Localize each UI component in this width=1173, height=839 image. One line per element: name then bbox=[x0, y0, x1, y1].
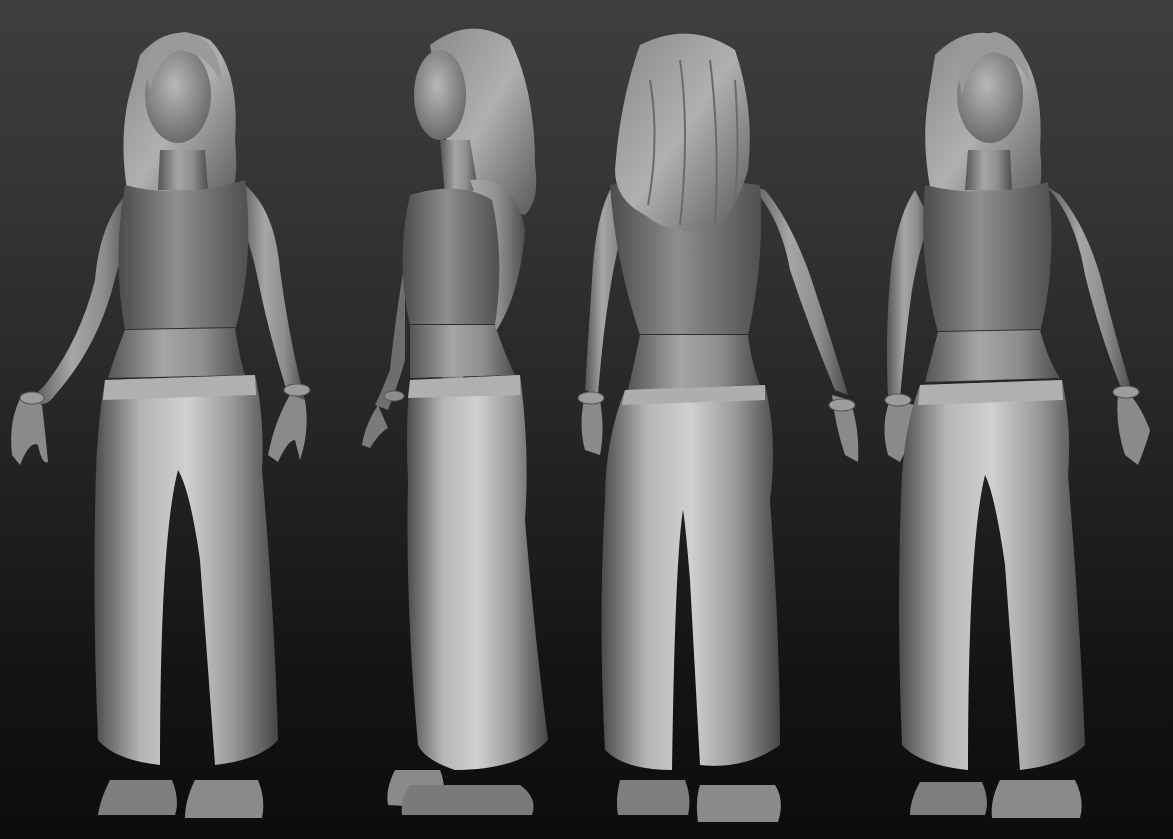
figure-front-three-quarter bbox=[11, 32, 311, 818]
sculpt-render bbox=[11, 28, 1150, 822]
tank-top bbox=[118, 180, 249, 330]
shoe-right bbox=[696, 785, 781, 822]
bracelet bbox=[19, 391, 45, 405]
bracelet bbox=[884, 393, 912, 407]
tank-top bbox=[402, 188, 500, 325]
tank-top bbox=[923, 182, 1052, 332]
neck bbox=[965, 150, 1012, 190]
pants bbox=[601, 385, 780, 770]
midriff bbox=[108, 328, 245, 378]
left-hand bbox=[11, 395, 48, 465]
bracelet bbox=[383, 390, 405, 402]
right-arm bbox=[1045, 185, 1132, 392]
bracelet bbox=[577, 391, 605, 405]
bracelet bbox=[828, 398, 856, 412]
sculpt-viewport[interactable] bbox=[0, 0, 1173, 839]
right-hand bbox=[268, 395, 307, 462]
lower-back bbox=[628, 335, 760, 390]
left-shoe bbox=[910, 782, 987, 815]
bracelet bbox=[283, 383, 311, 397]
right-hand bbox=[1117, 395, 1150, 465]
right-shoe bbox=[185, 780, 264, 818]
midriff bbox=[925, 330, 1060, 382]
figure-side-profile bbox=[362, 28, 548, 815]
figure-back bbox=[577, 33, 859, 822]
pants bbox=[899, 380, 1085, 770]
waistband bbox=[408, 375, 520, 398]
shoe-front bbox=[401, 785, 534, 815]
shoe-left bbox=[616, 780, 690, 815]
neck bbox=[158, 150, 208, 190]
left-shoe bbox=[98, 780, 177, 815]
pants bbox=[406, 375, 548, 770]
arm-right bbox=[750, 185, 848, 395]
hand-back bbox=[362, 405, 388, 448]
figure-front-three-quarter-mirrored bbox=[884, 32, 1150, 818]
bracelet bbox=[1112, 385, 1140, 399]
midriff bbox=[410, 325, 515, 378]
arm-back bbox=[375, 260, 405, 410]
pants bbox=[94, 375, 279, 765]
head bbox=[414, 50, 466, 140]
right-shoe bbox=[991, 780, 1082, 818]
